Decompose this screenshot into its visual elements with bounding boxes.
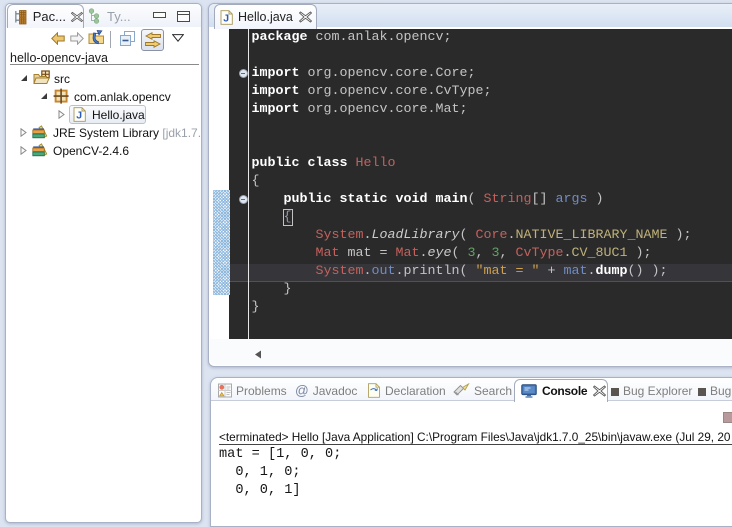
svg-text:J: J <box>76 109 82 121</box>
svg-text:J: J <box>223 12 229 24</box>
